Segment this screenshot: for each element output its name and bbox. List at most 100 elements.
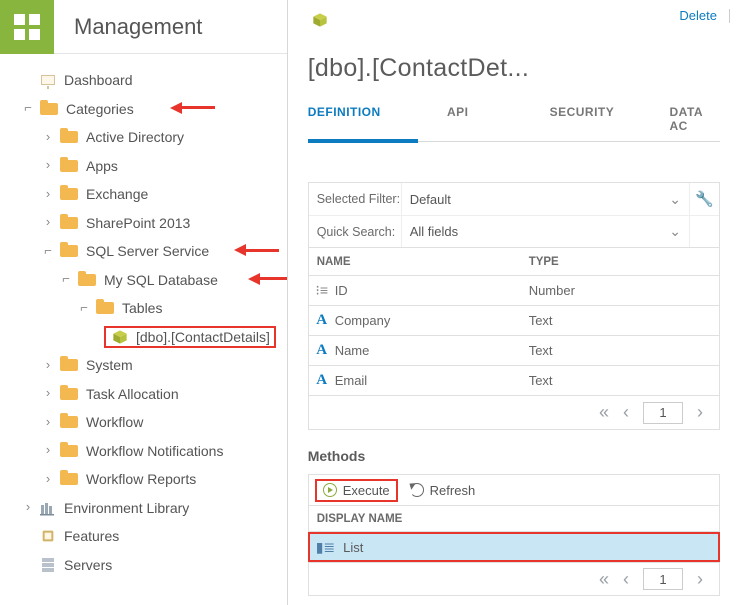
tree-item-exchange[interactable]: › Exchange <box>10 180 287 209</box>
expand-icon[interactable]: › <box>40 442 56 457</box>
pager-next-button[interactable]: › <box>697 402 703 423</box>
expand-icon[interactable]: › <box>40 414 56 429</box>
grid-row[interactable]: ⁝≡ ID Number <box>308 276 720 306</box>
tree-item-tables[interactable]: ⌐ Tables <box>10 294 287 323</box>
app-logo[interactable] <box>0 0 54 54</box>
selected-filter-select[interactable]: Default ⌄ <box>401 183 689 215</box>
refresh-button[interactable]: Refresh <box>404 481 482 500</box>
folder-icon <box>78 273 96 287</box>
collapse-icon[interactable]: ⌐ <box>40 243 56 258</box>
tree-item-task-allocation[interactable]: › Task Allocation <box>10 380 287 409</box>
play-icon <box>323 483 337 497</box>
tree-item-sharepoint[interactable]: › SharePoint 2013 <box>10 209 287 238</box>
expand-icon[interactable]: › <box>20 499 36 514</box>
left-panel: Management Dashboard ⌐ Categories › A <box>0 0 288 605</box>
cell-type: Number <box>529 283 719 298</box>
collapse-icon[interactable]: ⌐ <box>58 271 74 286</box>
tree-label: Environment Library <box>64 500 189 516</box>
expand-icon[interactable]: › <box>40 471 56 486</box>
tree-item-servers[interactable]: Servers <box>10 551 287 580</box>
tree-item-workflow-notifications[interactable]: › Workflow Notifications <box>10 437 287 466</box>
server-icon <box>40 557 56 573</box>
pager-first-button[interactable]: « <box>599 569 609 590</box>
tree-item-features[interactable]: Features <box>10 522 287 551</box>
tree-item-categories[interactable]: ⌐ Categories <box>10 95 287 124</box>
pager-first-button[interactable]: « <box>599 402 609 423</box>
tree-item-dashboard[interactable]: Dashboard <box>10 66 287 95</box>
method-row-list[interactable]: ▮≣ List <box>308 532 720 562</box>
col-type[interactable]: TYPE <box>529 256 719 268</box>
collapse-icon[interactable]: ⌐ <box>20 100 36 115</box>
pager-prev-button[interactable]: ‹ <box>623 569 629 590</box>
feature-icon <box>40 528 56 544</box>
col-display-name[interactable]: DISPLAY NAME <box>317 513 403 525</box>
selected-filter-value: Default <box>410 192 451 207</box>
tree-item-workflow[interactable]: › Workflow <box>10 408 287 437</box>
divider <box>729 9 730 23</box>
tree-item-system[interactable]: › System <box>10 351 287 380</box>
tree-item-apps[interactable]: › Apps <box>10 152 287 181</box>
cell-name: ID <box>335 283 529 298</box>
tree-label: Workflow <box>86 414 143 430</box>
method-name: List <box>343 540 363 555</box>
folder-icon <box>60 159 78 173</box>
tree-label: Apps <box>86 158 118 174</box>
pager-next-button[interactable]: › <box>697 569 703 590</box>
folder-icon <box>60 358 78 372</box>
text-type-icon: A <box>309 372 335 389</box>
expand-icon[interactable]: › <box>40 129 56 144</box>
library-icon <box>40 500 56 516</box>
tree-label: My SQL Database <box>104 272 218 288</box>
tab-data-access[interactable]: DATA AC <box>670 97 721 141</box>
tree-item-environment-library[interactable]: › Environment Library <box>10 494 287 523</box>
delete-link[interactable]: Delete <box>679 8 717 23</box>
execute-button[interactable]: Execute <box>315 479 398 502</box>
folder-icon <box>60 444 78 458</box>
tree-label: SQL Server Service <box>86 243 209 259</box>
annotation-arrow <box>234 243 279 259</box>
tree-label: Task Allocation <box>86 386 179 402</box>
properties-pager: « ‹ › <box>308 396 720 430</box>
easel-icon <box>40 73 56 87</box>
tree-item-sql-server-service[interactable]: ⌐ SQL Server Service <box>10 237 287 266</box>
quick-search-input-cell[interactable] <box>689 216 719 247</box>
tree-label: Servers <box>64 557 112 573</box>
tree-label: Workflow Notifications <box>86 443 223 459</box>
tab-definition[interactable]: DEFINITION <box>308 97 381 141</box>
expand-icon[interactable]: › <box>40 214 56 229</box>
expand-icon[interactable]: › <box>40 157 56 172</box>
expand-icon[interactable]: › <box>40 186 56 201</box>
pager-page-input[interactable] <box>643 402 683 424</box>
tab-api[interactable]: API <box>447 97 469 141</box>
list-method-icon: ▮≣ <box>316 539 335 556</box>
expand-icon[interactable]: › <box>40 385 56 400</box>
folder-icon <box>60 472 78 486</box>
tree-item-workflow-reports[interactable]: › Workflow Reports <box>10 465 287 494</box>
tree-label: [dbo].[ContactDetails] <box>136 329 270 345</box>
col-name[interactable]: NAME <box>309 256 529 268</box>
tree-item-my-sql-database[interactable]: ⌐ My SQL Database <box>10 266 287 295</box>
filter-box: Selected Filter: Default ⌄ 🔧 Quick Searc… <box>308 182 720 248</box>
grid-row[interactable]: A Company Text <box>308 306 720 336</box>
tab-security[interactable]: SECURITY <box>550 97 615 141</box>
expand-icon[interactable]: › <box>40 357 56 372</box>
filter-settings-button[interactable]: 🔧 <box>689 183 719 215</box>
tabs: DEFINITION API SECURITY DATA AC <box>308 83 720 142</box>
tree-label: Tables <box>122 300 162 316</box>
quick-search-select[interactable]: All fields ⌄ <box>401 216 689 247</box>
folder-icon <box>40 102 58 116</box>
pager-page-input[interactable] <box>643 568 683 590</box>
smartobject-icon <box>312 12 328 28</box>
tree-label: Workflow Reports <box>86 471 196 487</box>
tree-item-contact-details[interactable]: [dbo].[ContactDetails] <box>10 323 287 352</box>
collapse-icon[interactable]: ⌐ <box>76 300 92 315</box>
methods-toolbar: Execute Refresh <box>308 474 720 506</box>
grid-row[interactable]: A Email Text <box>308 366 720 396</box>
refresh-icon <box>410 483 424 497</box>
folder-icon <box>60 387 78 401</box>
tree-label: Categories <box>66 101 134 117</box>
grid-row[interactable]: A Name Text <box>308 336 720 366</box>
pager-prev-button[interactable]: ‹ <box>623 402 629 423</box>
tree-item-active-directory[interactable]: › Active Directory <box>10 123 287 152</box>
tree-label: Features <box>64 528 119 544</box>
